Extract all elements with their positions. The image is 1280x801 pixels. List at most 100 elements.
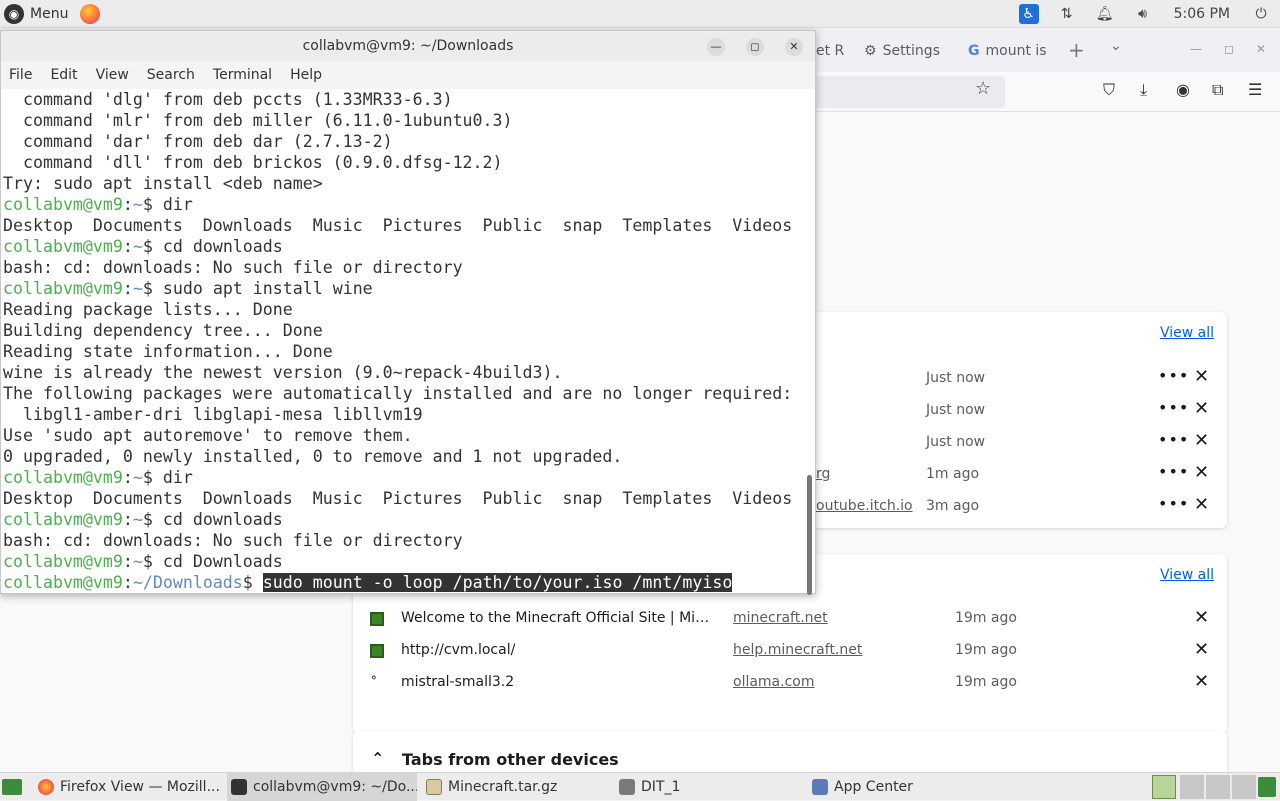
chevron-up-icon[interactable]: ⌃ <box>371 749 384 768</box>
menu-terminal[interactable]: Terminal <box>213 67 272 83</box>
terminal-window[interactable]: collabvm@vm9: ~/Downloads — ◻ ✕ File Edi… <box>0 30 816 595</box>
command-text: sudo apt install wine <box>162 279 373 298</box>
taskbar-item-archive[interactable]: Minecraft.tar.gz <box>422 773 612 801</box>
tab-partial[interactable]: et R <box>816 36 856 66</box>
accessibility-icon[interactable]: ♿ <box>1018 4 1039 24</box>
output-text: The following packages were automaticall… <box>3 384 793 403</box>
minimize-icon[interactable]: — <box>1190 42 1202 56</box>
output-text: bash: cd: downloads: No such file or dir… <box>3 531 463 550</box>
history-row[interactable]: Welcome to the Minecraft Official Site |… <box>0 604 1280 636</box>
pocket-icon[interactable]: ⛉ <box>1103 80 1115 100</box>
workspace-1[interactable] <box>1152 775 1176 799</box>
remove-icon[interactable]: ✕ <box>1194 462 1209 483</box>
terminal-line: collabvm@vm9:~$ sudo apt install wine <box>3 279 373 298</box>
remove-icon[interactable]: ✕ <box>1194 607 1209 628</box>
terminal-scrollbar[interactable] <box>807 475 812 595</box>
terminal-titlebar[interactable]: collabvm@vm9: ~/Downloads — ◻ ✕ <box>1 31 815 61</box>
downloads-view-all-link[interactable]: View all <box>1160 325 1214 341</box>
volume-icon[interactable]: 🔊︎ <box>1124 0 1162 28</box>
trash-icon[interactable] <box>1258 777 1276 797</box>
notification-bell-icon[interactable]: 🔔︎ <box>1086 0 1124 28</box>
close-icon[interactable]: ✕ <box>785 38 803 56</box>
new-tab-icon[interactable]: + <box>1068 38 1085 62</box>
taskbar-item-firefox[interactable]: Firefox View — Mozill... <box>34 773 224 801</box>
taskbar-item-app-center[interactable]: App Center <box>808 773 998 801</box>
terminal-line: command 'dll' from deb brickos (0.9.0.df… <box>3 152 807 173</box>
more-options-icon[interactable]: ••• <box>1158 366 1189 385</box>
firefox-launcher-icon[interactable] <box>80 3 101 24</box>
more-options-icon[interactable]: ••• <box>1158 430 1189 449</box>
more-options-icon[interactable]: ••• <box>1158 398 1189 417</box>
terminal-line: Use 'sudo apt autoremove' to remove them… <box>3 425 807 446</box>
prompt-user: collabvm@vm9 <box>3 195 123 214</box>
extensions-icon[interactable]: ⧉ <box>1212 80 1223 100</box>
more-options-icon[interactable]: ••• <box>1158 462 1189 481</box>
menu-file[interactable]: File <box>9 67 32 83</box>
menu-edit[interactable]: Edit <box>50 67 77 83</box>
remove-icon[interactable]: ✕ <box>1194 671 1209 692</box>
remove-icon[interactable]: ✕ <box>1194 430 1209 451</box>
workspace-2[interactable] <box>1180 775 1204 799</box>
menu-search[interactable]: Search <box>147 67 195 83</box>
more-options-icon[interactable]: ••• <box>1158 494 1189 513</box>
output-text: wine is already the newest version (9.0~… <box>3 363 563 382</box>
output-text: bash: cd: downloads: No such file or dir… <box>3 258 463 277</box>
history-domain[interactable]: ollama.com <box>733 674 815 690</box>
close-icon[interactable]: ✕ <box>1256 42 1266 56</box>
minimize-icon[interactable]: — <box>707 38 725 56</box>
prompt-user: collabvm@vm9 <box>3 510 123 529</box>
chevron-down-icon[interactable]: ⌄ <box>1110 38 1122 54</box>
output-text: Desktop Documents Downloads Music Pictur… <box>3 489 793 508</box>
terminal-line: command 'dlg' from deb pccts (1.33MR33-6… <box>3 89 807 110</box>
output-text: command 'dar' from deb dar (2.7.13-2) <box>3 132 393 151</box>
terminal-output[interactable]: command 'dlg' from deb pccts (1.33MR33-6… <box>1 89 807 594</box>
taskbar-item-terminal[interactable]: collabvm@vm9: ~/Do... <box>227 773 417 801</box>
remove-icon[interactable]: ✕ <box>1194 398 1209 419</box>
taskbar-item-folder[interactable]: DIT_1 <box>615 773 805 801</box>
firefox-icon <box>38 779 54 795</box>
command-text: cd Downloads <box>162 552 283 571</box>
bookmark-star-icon[interactable]: ☆ <box>975 78 991 99</box>
download-time: Just now <box>926 370 986 386</box>
terminal-line: wine is already the newest version (9.0~… <box>3 362 807 383</box>
history-domain[interactable]: minecraft.net <box>733 610 828 626</box>
clock[interactable]: 5:06 PM <box>1162 0 1242 28</box>
download-name[interactable]: outube.itch.io <box>816 498 913 514</box>
download-name[interactable]: rg <box>816 466 830 482</box>
command-text: dir <box>162 468 193 487</box>
menu-help[interactable]: Help <box>290 67 322 83</box>
history-row[interactable]: http://cvm.local/help.minecraft.net 19m a… <box>0 636 1280 668</box>
output-text: command 'mlr' from deb miller (6.11.0-1u… <box>3 111 513 130</box>
terminal-line: bash: cd: downloads: No such file or dir… <box>3 530 807 551</box>
maximize-icon[interactable]: ◻ <box>746 38 764 56</box>
prompt-path: ~ <box>132 468 143 487</box>
tab-label: Settings <box>882 43 940 59</box>
remove-icon[interactable]: ✕ <box>1194 494 1209 515</box>
menu-button[interactable]: ◉ Menu <box>0 3 101 24</box>
history-view-all-link[interactable]: View all <box>1160 567 1214 583</box>
history-title[interactable]: mistral-small3.2 <box>401 674 713 690</box>
ollama-favicon-icon: ᐤ <box>371 673 385 689</box>
hamburger-menu-icon[interactable]: ☰ <box>1248 80 1262 99</box>
workspace-4[interactable] <box>1232 775 1256 799</box>
power-icon[interactable]: ⏻ <box>1242 0 1280 28</box>
network-icon[interactable]: ⇅ <box>1048 0 1086 28</box>
history-domain[interactable]: help.minecraft.net <box>733 642 862 658</box>
history-row[interactable]: ᐤ mistral-small3.2 ollama.com 19m ago ✕ <box>0 668 1280 700</box>
download-icon[interactable]: ⤓ <box>1140 80 1147 100</box>
tab-mount-iso[interactable]: G mount is <box>968 36 1052 66</box>
show-desktop-icon[interactable] <box>2 779 22 795</box>
terminal-line: command 'mlr' from deb miller (6.11.0-1u… <box>3 110 807 131</box>
history-title[interactable]: http://cvm.local/ <box>401 642 713 658</box>
download-time: 1m ago <box>926 466 980 482</box>
account-icon[interactable]: ◉ <box>1176 80 1190 99</box>
remove-icon[interactable]: ✕ <box>1194 366 1209 387</box>
workspace-3[interactable] <box>1206 775 1230 799</box>
app-center-icon <box>812 779 828 795</box>
remove-icon[interactable]: ✕ <box>1194 639 1209 660</box>
maximize-icon[interactable]: ◻ <box>1224 42 1234 56</box>
menu-view[interactable]: View <box>96 67 129 83</box>
tab-settings[interactable]: ⚙ Settings <box>864 36 954 66</box>
taskbar-item-label: Firefox View — Mozill... <box>60 779 220 795</box>
history-title[interactable]: Welcome to the Minecraft Official Site |… <box>401 610 713 626</box>
